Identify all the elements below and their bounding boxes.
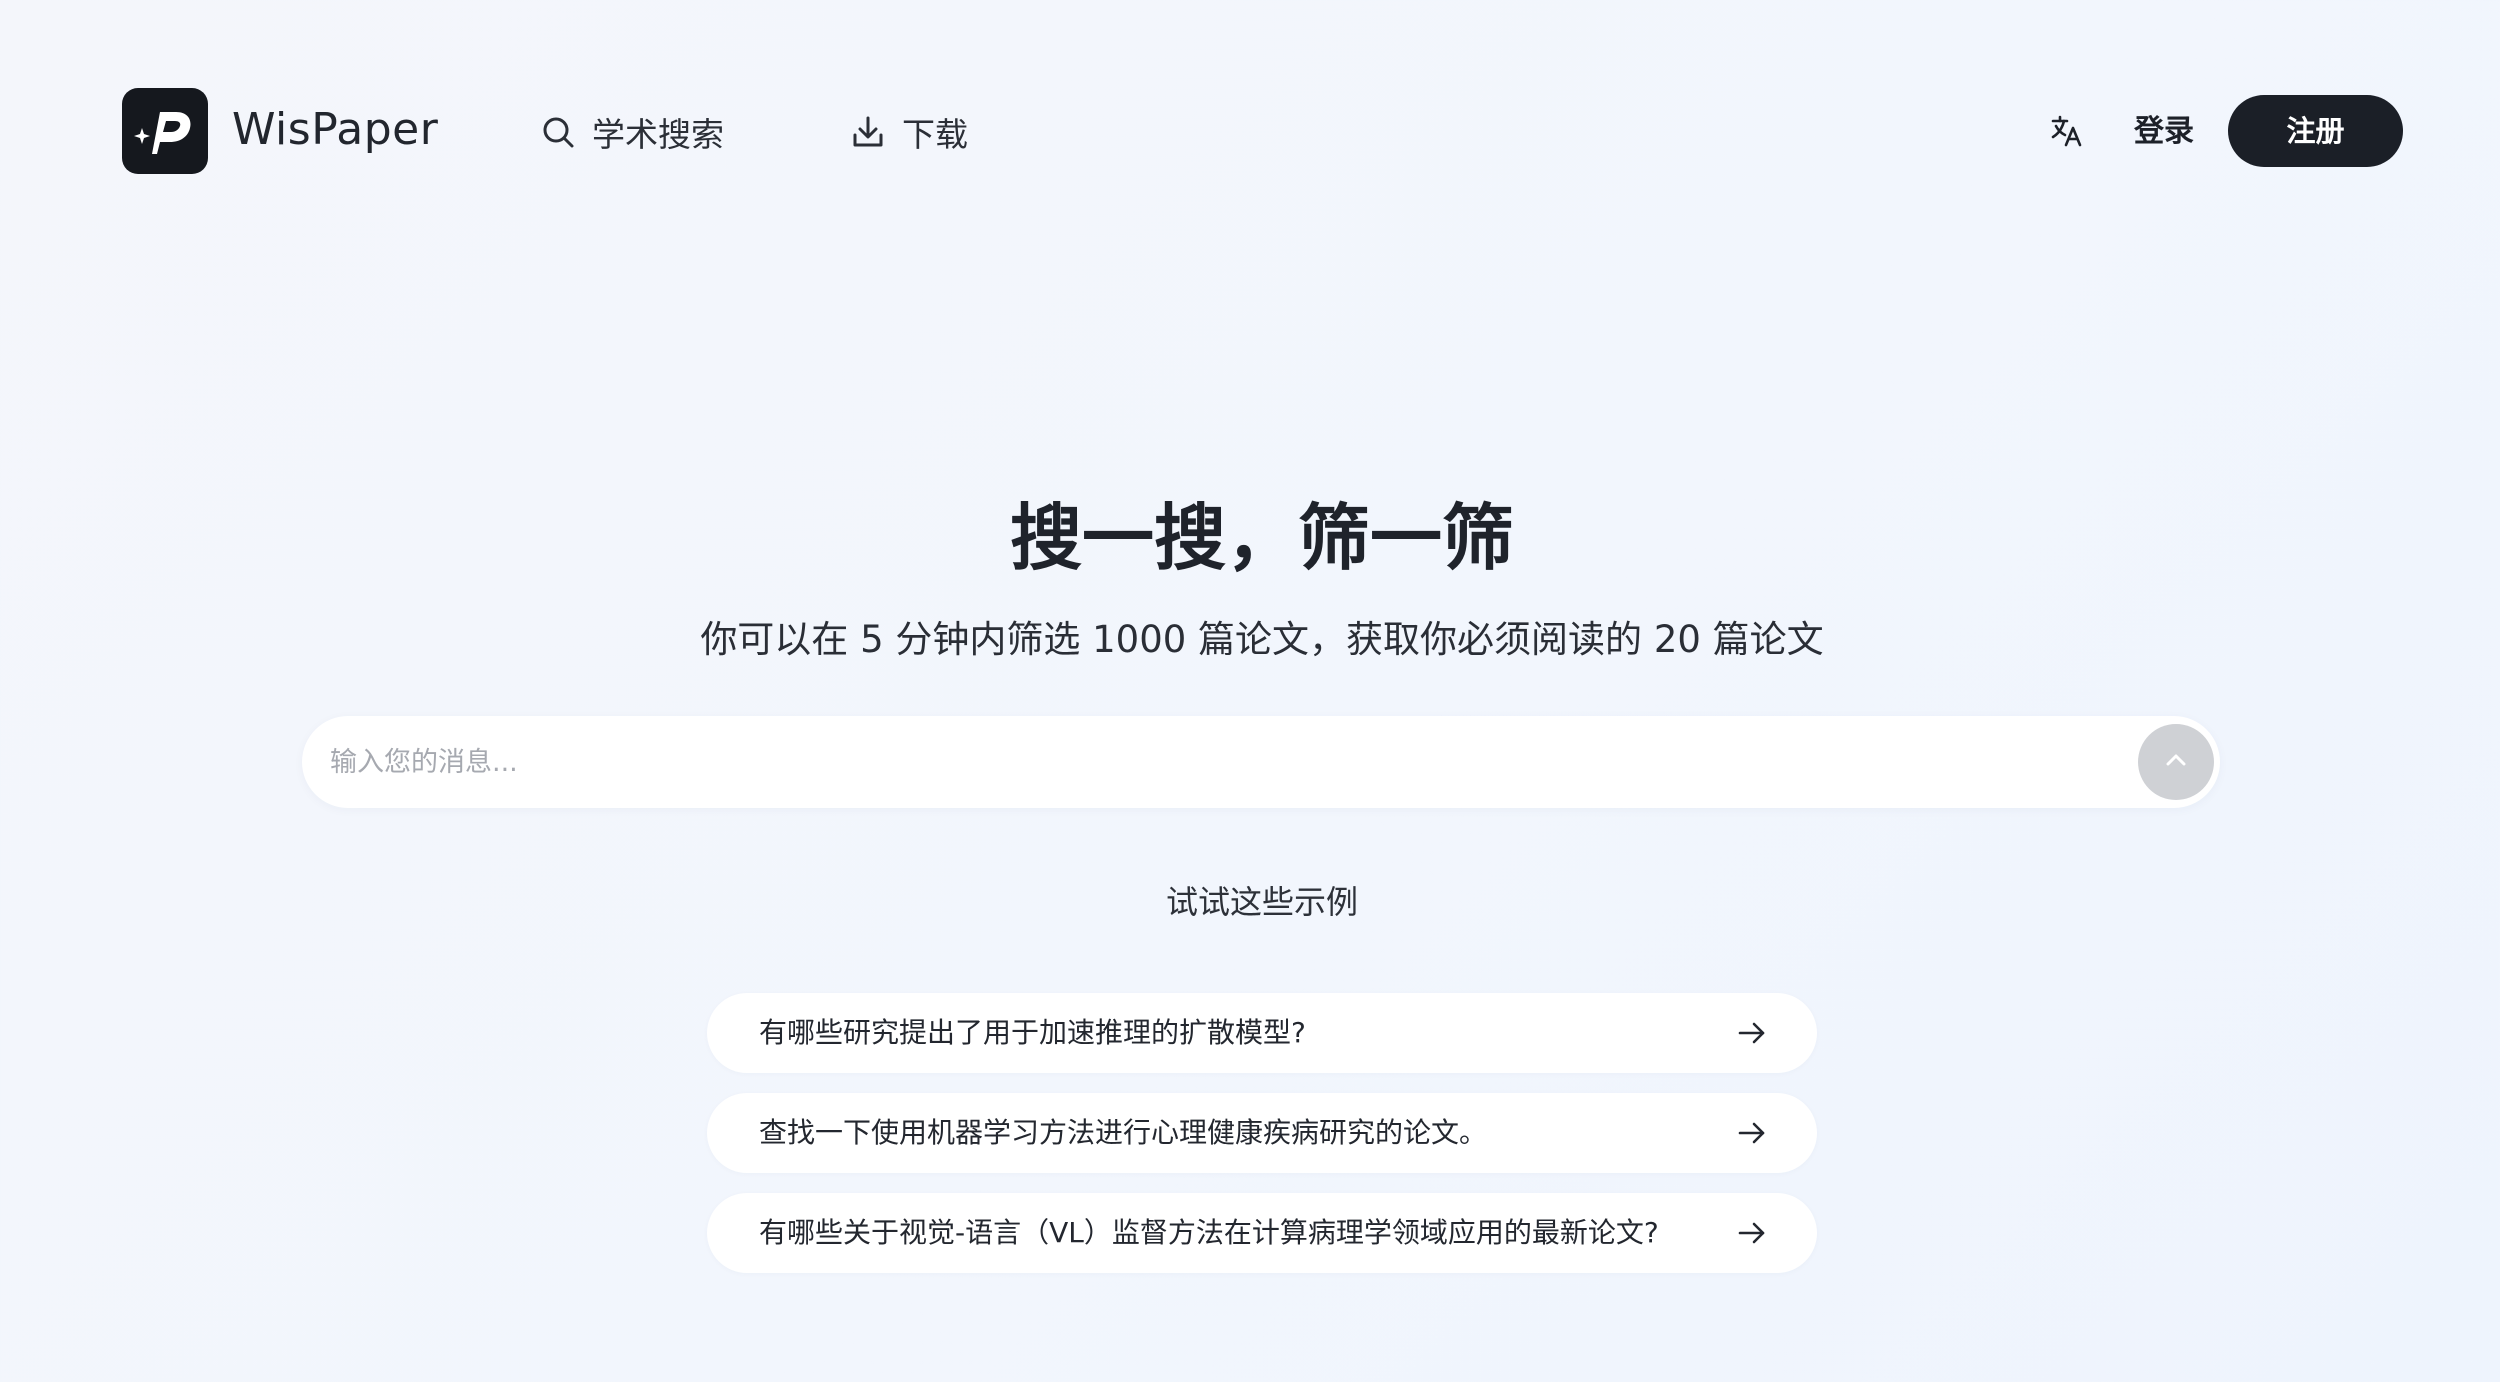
arrow-right-icon	[1737, 1118, 1767, 1148]
example-item[interactable]: 查找一下使用机器学习方法进行心理健康疾病研究的论文。	[707, 1093, 1817, 1173]
arrow-right-icon	[1737, 1018, 1767, 1048]
example-text: 有哪些研究提出了用于加速推理的扩散模型?	[759, 1016, 1306, 1049]
translate-icon[interactable]	[2048, 112, 2086, 150]
example-list: 有哪些研究提出了用于加速推理的扩散模型? 查找一下使用机器学习方法进行心理健康疾…	[707, 993, 1817, 1293]
hero-subtitle: 你可以在 5 分钟内筛选 1000 篇论文，获取你必须阅读的 20 篇论文	[700, 618, 1824, 661]
wispaper-logo-icon[interactable]	[122, 88, 208, 174]
signup-button[interactable]: 注册	[2228, 95, 2403, 167]
message-input[interactable]	[330, 716, 2110, 808]
top-header: WisPaper 学术搜索 下载 登录 注册	[0, 0, 2500, 260]
message-search-box	[302, 716, 2220, 808]
example-item[interactable]: 有哪些研究提出了用于加速推理的扩散模型?	[707, 993, 1817, 1073]
examples-title: 试试这些示例	[1165, 883, 1358, 921]
chevron-up-icon	[2161, 745, 2191, 779]
send-button[interactable]	[2138, 724, 2214, 800]
nav-search-label: 学术搜索	[592, 115, 724, 154]
example-text: 有哪些关于视觉-语言（VL）监督方法在计算病理学领域应用的最新论文?	[759, 1216, 1659, 1249]
download-icon	[850, 114, 886, 150]
example-item[interactable]: 有哪些关于视觉-语言（VL）监督方法在计算病理学领域应用的最新论文?	[707, 1193, 1817, 1273]
search-icon	[540, 114, 576, 150]
arrow-right-icon	[1737, 1218, 1767, 1248]
nav-download[interactable]: 下载	[850, 106, 968, 158]
hero-title: 搜一搜，筛一筛	[1009, 496, 1514, 580]
nav-download-label: 下载	[902, 115, 968, 154]
nav-academic-search[interactable]: 学术搜索	[540, 106, 724, 158]
login-link[interactable]: 登录	[2134, 106, 2194, 158]
logo-text[interactable]: WisPaper	[232, 102, 438, 158]
example-text: 查找一下使用机器学习方法进行心理健康疾病研究的论文。	[759, 1116, 1488, 1149]
